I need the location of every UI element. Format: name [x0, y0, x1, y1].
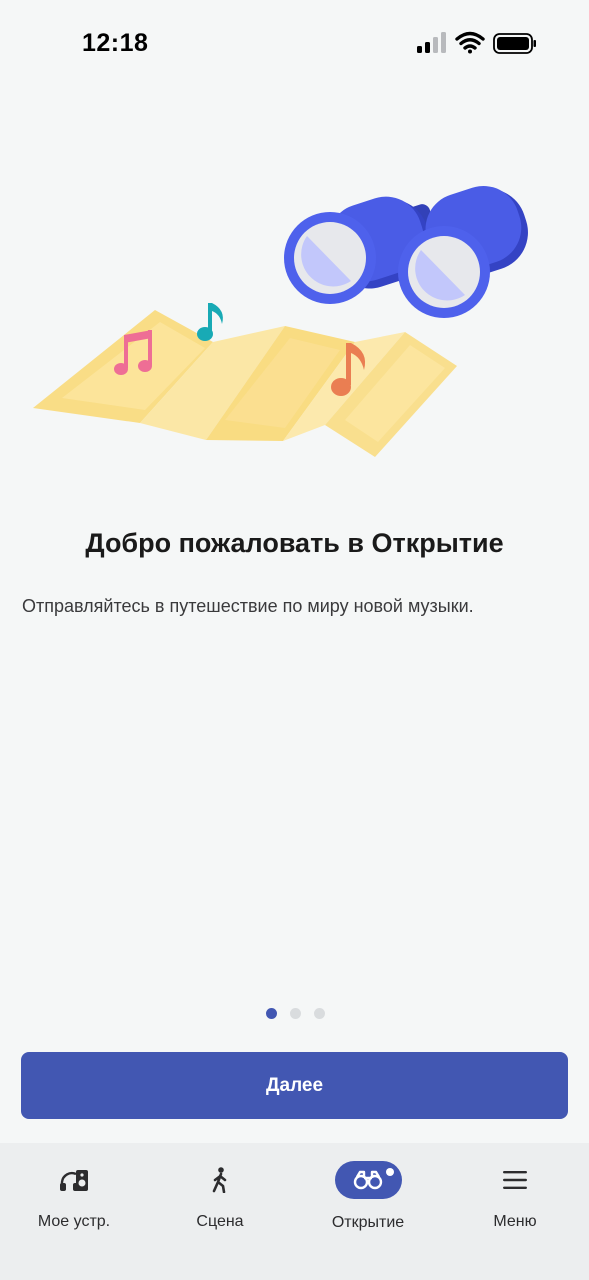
- tab-my-device[interactable]: Мое устр.: [0, 1161, 148, 1231]
- status-time: 12:18: [82, 29, 149, 57]
- binoculars-icon: [284, 185, 528, 318]
- tab-scene[interactable]: Сцена: [146, 1161, 294, 1231]
- folded-map-icon: [33, 310, 457, 457]
- battery-icon: [493, 33, 536, 54]
- hamburger-menu-icon: [503, 1170, 527, 1189]
- cellular-signal-icon: [417, 32, 446, 53]
- tab-menu[interactable]: Меню: [441, 1161, 589, 1231]
- tab-label: Меню: [493, 1213, 537, 1230]
- page-dot-active: [266, 1008, 277, 1019]
- tab-label: Сцена: [196, 1213, 244, 1230]
- page-dot: [290, 1008, 301, 1019]
- next-button[interactable]: Далее: [21, 1052, 568, 1119]
- tab-discover[interactable]: Открытие: [294, 1161, 442, 1231]
- walking-person-icon: [212, 1166, 227, 1193]
- discover-illustration: [33, 185, 528, 457]
- welcome-subtitle: Отправляйтесь в путешествие по миру ново…: [22, 596, 474, 616]
- status-bar: 12:18: [0, 0, 589, 88]
- page-dot: [314, 1008, 325, 1019]
- wifi-icon: [455, 31, 485, 54]
- speaker-headphones-icon: [60, 1169, 88, 1191]
- binoculars-icon: [353, 1170, 383, 1190]
- welcome-title: Добро пожаловать в Открытие: [85, 528, 504, 558]
- status-icons: [417, 31, 536, 54]
- music-note-icon: [197, 303, 223, 341]
- bottom-tab-bar: Мое устр. Сцена Открытие Меню: [0, 1143, 589, 1280]
- tab-label: Открытие: [331, 1214, 405, 1231]
- notification-dot: [385, 1168, 394, 1176]
- active-tab-pill: [334, 1161, 402, 1199]
- page-indicator: [266, 1008, 325, 1019]
- tab-label: Мое устр.: [37, 1213, 111, 1230]
